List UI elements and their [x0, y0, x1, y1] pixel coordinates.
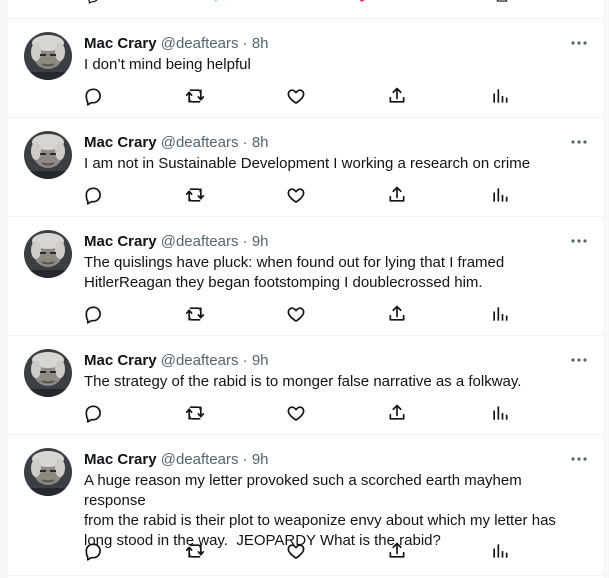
tweet-text: A huge reason my letter provoked such a …	[84, 472, 556, 549]
avatar[interactable]	[24, 131, 72, 179]
more-icon[interactable]	[570, 135, 588, 149]
reply-icon[interactable]	[85, 0, 101, 4]
separator-dot: ·	[242, 233, 248, 250]
like-icon[interactable]	[286, 86, 306, 106]
author-handle[interactable]: @deaftears	[161, 451, 239, 468]
share-icon[interactable]	[387, 304, 407, 324]
reply-icon[interactable]	[83, 185, 103, 205]
retweet-icon[interactable]	[185, 541, 205, 561]
avatar[interactable]	[24, 349, 72, 397]
like-icon[interactable]	[286, 541, 306, 561]
tweet[interactable]: Mac Crary @deaftears · 8h I am not in Su…	[7, 118, 604, 217]
tweet-text: The quislings have pluck: when found out…	[84, 254, 505, 291]
analytics-icon[interactable]	[494, 0, 510, 4]
author-handle[interactable]: @deaftears	[161, 233, 239, 250]
tweet-actions	[7, 541, 604, 561]
author-handle[interactable]: @deaftears	[161, 352, 239, 369]
share-icon[interactable]	[387, 86, 407, 106]
more-icon[interactable]	[570, 36, 588, 50]
reply-icon[interactable]	[83, 541, 103, 561]
timeline-feed: Mac Crary @deaftears · 8h I don’t mind b…	[6, 0, 605, 578]
tweet-header: Mac Crary @deaftears · 9h	[84, 450, 269, 470]
like-icon[interactable]	[354, 0, 370, 4]
separator-dot: ·	[242, 451, 248, 468]
analytics-icon[interactable]	[490, 304, 510, 324]
retweet-icon[interactable]	[185, 86, 205, 106]
more-icon[interactable]	[570, 234, 588, 248]
reply-icon[interactable]	[83, 86, 103, 106]
tweet-header: Mac Crary @deaftears · 8h	[84, 133, 269, 153]
tweet[interactable]: Mac Crary @deaftears · 9h The strategy o…	[7, 336, 604, 435]
avatar[interactable]	[24, 230, 72, 278]
analytics-icon[interactable]	[490, 185, 510, 205]
avatar[interactable]	[24, 448, 72, 496]
tweet-text: I don’t mind being helpful	[84, 56, 251, 73]
reply-icon[interactable]	[83, 304, 103, 324]
tweet-actions	[7, 86, 604, 106]
retweet-icon[interactable]	[185, 304, 205, 324]
tweet-timestamp[interactable]: 9h	[252, 233, 269, 250]
like-icon[interactable]	[286, 304, 306, 324]
analytics-icon[interactable]	[490, 541, 510, 561]
more-icon[interactable]	[570, 353, 588, 367]
retweet-icon[interactable]	[185, 403, 205, 423]
author-name[interactable]: Mac Crary	[84, 451, 157, 468]
author-handle[interactable]: @deaftears	[161, 35, 239, 52]
author-handle[interactable]: @deaftears	[161, 134, 239, 151]
like-icon[interactable]	[286, 185, 306, 205]
tweet-actions	[7, 403, 604, 423]
tweet-actions	[7, 185, 604, 205]
tweet-header: Mac Crary @deaftears · 8h	[84, 34, 269, 54]
tweet-timestamp[interactable]: 8h	[252, 35, 269, 52]
tweet-text: I am not in Sustainable Development I wo…	[84, 155, 531, 172]
tweet[interactable]: Mac Crary @deaftears · 9h The quislings …	[7, 217, 604, 336]
tweet-text: The strategy of the rabid is to monger f…	[84, 373, 522, 390]
analytics-icon[interactable]	[490, 403, 510, 423]
share-icon[interactable]	[387, 541, 407, 561]
tweet-timestamp[interactable]: 9h	[252, 451, 269, 468]
separator-dot: ·	[242, 35, 248, 52]
author-name[interactable]: Mac Crary	[84, 134, 157, 151]
analytics-icon[interactable]	[490, 86, 510, 106]
separator-dot: ·	[242, 134, 248, 151]
more-icon[interactable]	[570, 452, 588, 466]
retweet-icon[interactable]	[212, 0, 228, 4]
tweet[interactable]: Mac Crary @deaftears · 9h A huge reason …	[7, 435, 604, 576]
tweet[interactable]: Mac Crary @deaftears · 8h I don’t mind b…	[7, 19, 604, 118]
retweet-icon[interactable]	[185, 185, 205, 205]
author-name[interactable]: Mac Crary	[84, 233, 157, 250]
separator-dot: ·	[242, 352, 248, 369]
tweet-actions	[7, 304, 604, 324]
avatar[interactable]	[24, 32, 72, 80]
previous-tweet-actions	[7, 0, 604, 19]
tweet-header: Mac Crary @deaftears · 9h	[84, 351, 269, 371]
author-name[interactable]: Mac Crary	[84, 352, 157, 369]
reply-icon[interactable]	[83, 403, 103, 423]
tweet-timestamp[interactable]: 9h	[252, 352, 269, 369]
like-icon[interactable]	[286, 403, 306, 423]
share-icon[interactable]	[387, 403, 407, 423]
tweet-header: Mac Crary @deaftears · 9h	[84, 232, 269, 252]
share-icon[interactable]	[387, 185, 407, 205]
author-name[interactable]: Mac Crary	[84, 35, 157, 52]
tweet-timestamp[interactable]: 8h	[252, 134, 269, 151]
